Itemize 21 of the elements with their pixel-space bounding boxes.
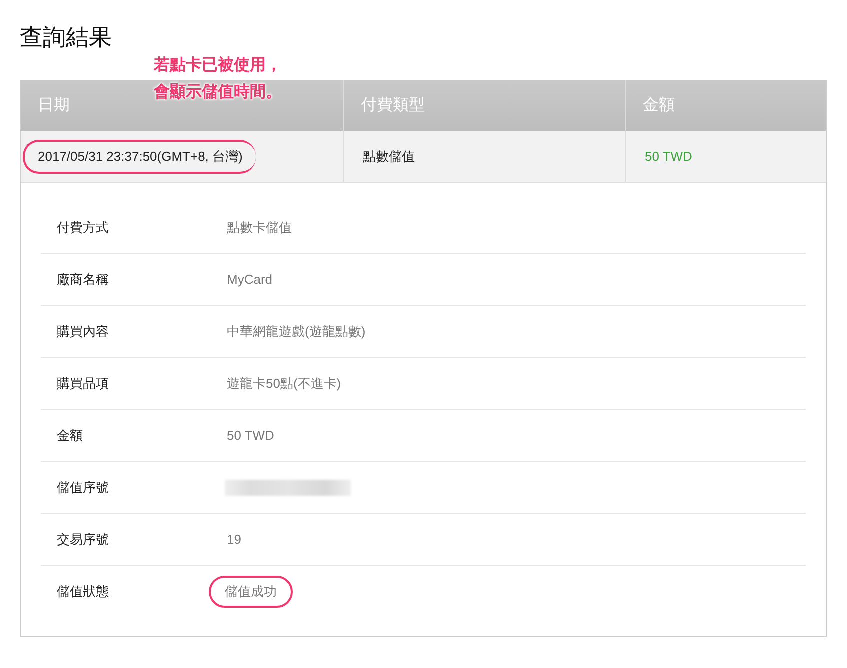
detail-label: 交易序號 xyxy=(57,530,110,548)
detail-label: 廠商名稱 xyxy=(57,270,110,288)
annotation-text: 會顯示儲值時間。 xyxy=(154,82,282,103)
detail-label: 金額 xyxy=(57,426,84,444)
table-cell-text: 50 TWD xyxy=(644,148,692,166)
circled-value: 儲值成功 xyxy=(209,576,293,608)
detail-value: 點數卡儲值 xyxy=(226,218,293,236)
detail-value: 19 xyxy=(226,531,242,549)
detail-label: 購買品項 xyxy=(57,374,110,392)
detail-label: 儲值序號 xyxy=(57,478,110,496)
detail-value: 中華網龍遊戲(遊龍點數) xyxy=(226,322,367,341)
column-header: 金額 xyxy=(642,96,676,116)
detail-value: 遊龍卡50點(不進卡) xyxy=(226,374,342,393)
detail-label: 購買內容 xyxy=(57,322,110,340)
page-title: 查詢結果 xyxy=(20,23,112,52)
detail-value: MyCard xyxy=(226,271,274,289)
detail-label: 儲值狀態 xyxy=(57,582,110,600)
detail-label: 付費方式 xyxy=(57,218,110,236)
detail-value: 50 TWD xyxy=(226,427,276,445)
annotation-text: 若點卡已被使用， xyxy=(154,55,282,76)
table-cell-text: 點數儲值 xyxy=(362,148,415,166)
